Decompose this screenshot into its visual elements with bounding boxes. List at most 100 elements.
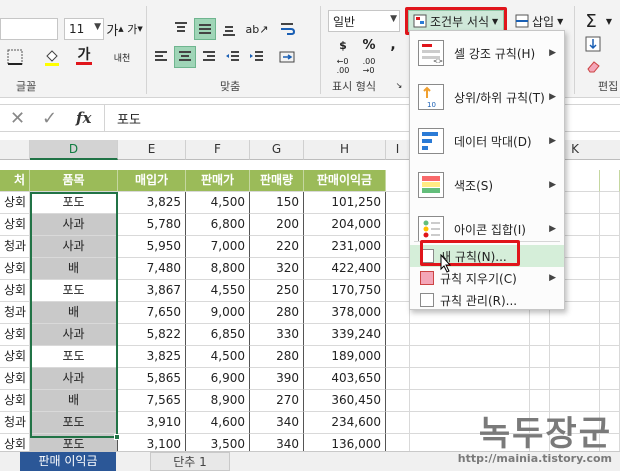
cell-empty[interactable] — [410, 324, 530, 346]
cell-buy-price[interactable]: 7,565 — [118, 390, 186, 412]
enter-icon[interactable]: ✓ — [42, 108, 57, 129]
cell-quantity[interactable]: 220 — [250, 236, 304, 258]
cell-profit[interactable]: 360,450 — [304, 390, 386, 412]
merge-center-button[interactable] — [276, 46, 298, 68]
cell-quantity[interactable]: 330 — [250, 324, 304, 346]
cell-buy-price[interactable]: 3,867 — [118, 280, 186, 302]
cell-empty[interactable] — [386, 302, 410, 324]
menu-item-data-bars[interactable]: 데이터 막대(D) ▶ — [410, 121, 564, 161]
menu-item-highlight-cells[interactable]: <> 셀 강조 규칙(H) ▶ — [410, 33, 564, 73]
percent-style-button[interactable]: % — [360, 36, 378, 54]
cell-empty[interactable] — [386, 214, 410, 236]
cell-sell-price[interactable]: 4,550 — [186, 280, 250, 302]
number-dialog-launcher[interactable]: ↘ — [394, 80, 404, 90]
cell-empty[interactable] — [600, 324, 620, 346]
cell-shop[interactable]: 상회 — [0, 280, 30, 302]
fill-color-button[interactable] — [40, 46, 64, 68]
cell-profit[interactable]: 231,000 — [304, 236, 386, 258]
cell-empty[interactable] — [386, 412, 410, 434]
cell-shop[interactable]: 상회 — [0, 390, 30, 412]
column-header-E[interactable]: E — [118, 140, 186, 160]
cell-profit[interactable]: 339,240 — [304, 324, 386, 346]
cell-buy-price[interactable]: 3,910 — [118, 412, 186, 434]
cell-sell-price[interactable]: 4,500 — [186, 346, 250, 368]
cell-quantity[interactable]: 280 — [250, 302, 304, 324]
cell-empty[interactable] — [530, 324, 550, 346]
cell-shop[interactable]: 상회 — [0, 368, 30, 390]
decrease-decimal-button[interactable]: .00 →0 — [358, 57, 380, 75]
cell-item[interactable]: 사과 — [30, 236, 118, 258]
cell-quantity[interactable]: 270 — [250, 390, 304, 412]
header-cell[interactable]: 판매량 — [250, 170, 304, 192]
cell-profit[interactable]: 422,400 — [304, 258, 386, 280]
accounting-format-button[interactable]: $ — [332, 36, 354, 54]
cell-empty[interactable] — [600, 390, 620, 412]
cell-quantity[interactable]: 280 — [250, 346, 304, 368]
cell-profit[interactable]: 189,000 — [304, 346, 386, 368]
cell-item[interactable]: 배 — [30, 302, 118, 324]
cell-empty[interactable] — [600, 280, 620, 302]
cell-item[interactable]: 사과 — [30, 214, 118, 236]
cell-buy-price[interactable]: 3,825 — [118, 346, 186, 368]
cell-shop[interactable]: 청과 — [0, 236, 30, 258]
decrease-indent-button[interactable] — [222, 46, 244, 68]
cell-shop[interactable]: 상회 — [0, 258, 30, 280]
fill-handle[interactable] — [114, 434, 120, 440]
cell-empty[interactable] — [600, 236, 620, 258]
cell-empty[interactable] — [386, 236, 410, 258]
cell-empty[interactable] — [386, 346, 410, 368]
cell-quantity[interactable]: 200 — [250, 214, 304, 236]
align-left-button[interactable] — [150, 46, 172, 68]
cell-sell-price[interactable]: 6,800 — [186, 214, 250, 236]
cell-empty[interactable] — [550, 390, 600, 412]
cell-sell-price[interactable]: 7,000 — [186, 236, 250, 258]
cell-sell-price[interactable]: 4,500 — [186, 192, 250, 214]
cell-empty[interactable] — [600, 214, 620, 236]
cell-empty[interactable] — [600, 192, 620, 214]
column-header-D[interactable]: D — [30, 140, 118, 160]
font-color-button[interactable]: 가 — [72, 44, 96, 68]
cell-empty[interactable] — [600, 302, 620, 324]
phonetic-button[interactable]: 내천 — [108, 46, 136, 68]
menu-item-top-bottom[interactable]: 10 상위/하위 규칙(T) ▶ — [410, 77, 564, 117]
cell-shop[interactable]: 상회 — [0, 346, 30, 368]
grow-font-button[interactable]: 가 ▲ — [106, 18, 124, 40]
cell-empty[interactable] — [386, 280, 410, 302]
fill-button[interactable] — [582, 34, 604, 54]
sheet-tab-active[interactable]: 판매 이익금 — [20, 452, 116, 471]
cell-quantity[interactable]: 150 — [250, 192, 304, 214]
autosum-dropdown[interactable]: ▼ — [602, 10, 616, 32]
cell-empty[interactable] — [530, 368, 550, 390]
cell-buy-price[interactable]: 7,480 — [118, 258, 186, 280]
header-cell[interactable]: 매입가 — [118, 170, 186, 192]
cell-sell-price[interactable]: 8,800 — [186, 258, 250, 280]
number-format-combo[interactable]: 일반 ▼ — [328, 10, 400, 32]
cell-empty[interactable] — [410, 368, 530, 390]
column-header-G[interactable]: G — [250, 140, 304, 160]
comma-style-button[interactable]: , — [384, 36, 402, 54]
cell-sell-price[interactable]: 8,900 — [186, 390, 250, 412]
cell-empty[interactable] — [386, 324, 410, 346]
align-bottom-button[interactable] — [218, 18, 240, 40]
cell-item[interactable]: 포도 — [30, 280, 118, 302]
orientation-button[interactable]: ab↗ — [246, 18, 269, 40]
cell-empty[interactable] — [386, 170, 410, 192]
cell-empty[interactable] — [386, 192, 410, 214]
autosum-button[interactable]: Σ — [580, 10, 602, 32]
cell-sell-price[interactable]: 4,600 — [186, 412, 250, 434]
cell-shop[interactable]: 청과 — [0, 412, 30, 434]
cell-quantity[interactable]: 320 — [250, 258, 304, 280]
wrap-text-button[interactable] — [276, 18, 298, 40]
cell-profit[interactable]: 234,600 — [304, 412, 386, 434]
header-cell[interactable]: 판매이익금 — [304, 170, 386, 192]
cell-empty[interactable] — [386, 368, 410, 390]
insert-function-button[interactable]: fx — [76, 109, 91, 127]
column-header-I[interactable]: I — [386, 140, 410, 160]
cell-empty[interactable] — [386, 258, 410, 280]
align-middle-button[interactable] — [194, 18, 216, 40]
cell-item[interactable]: 배 — [30, 258, 118, 280]
sheet-tab[interactable]: 단추 1 — [150, 452, 230, 471]
cell-item[interactable]: 배 — [30, 390, 118, 412]
menu-item-color-scales[interactable]: 색조(S) ▶ — [410, 165, 564, 205]
cell-empty[interactable] — [410, 346, 530, 368]
